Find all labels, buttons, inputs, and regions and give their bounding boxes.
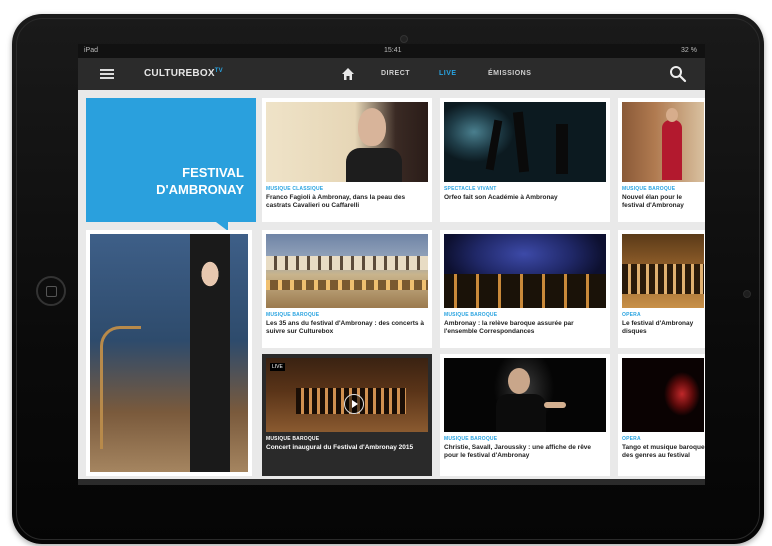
tile-image (444, 102, 606, 182)
tile-category: MUSIQUE BAROQUE (266, 312, 320, 318)
status-bar: iPad 15:41 32 % (78, 44, 705, 58)
tile-image (266, 234, 428, 308)
article-tile[interactable]: MUSIQUE BAROQUE Christie, Savall, Jarous… (440, 354, 610, 476)
app-logo[interactable]: CULTUREBOXTV (144, 68, 223, 79)
sensor-dot (743, 290, 751, 298)
feature-tile[interactable] (86, 230, 252, 476)
article-tile[interactable]: MUSIQUE CLASSIQUE Franco Fagioli à Ambro… (262, 98, 432, 222)
top-nav: CULTUREBOXTV DIRECT LIVE ÉMISSIONS (78, 58, 705, 90)
play-icon[interactable] (344, 394, 364, 414)
tile-category: OPERA (622, 436, 641, 442)
tile-title: Nouvel élan pour le festival d'Ambronay (622, 194, 684, 209)
video-tile[interactable]: LIVE MUSIQUE BAROQUE Concert inaugural d… (262, 354, 432, 476)
live-badge: LIVE (270, 363, 285, 371)
logo-text: CULTUREBOX (144, 68, 215, 79)
home-icon[interactable] (340, 66, 356, 82)
tile-category: MUSIQUE CLASSIQUE (266, 186, 324, 192)
tile-category: MUSIQUE BAROQUE (444, 312, 498, 318)
status-battery: 32 % (681, 47, 697, 54)
article-tile[interactable]: OPERA Le festival d'Ambronay disques (618, 230, 705, 348)
tile-title: Tango et musique baroque des genres au f… (622, 444, 705, 459)
tile-category: MUSIQUE BAROQUE (622, 186, 676, 192)
tile-category: MUSIQUE BAROQUE (444, 436, 498, 442)
tile-image (444, 358, 606, 432)
tile-image: LIVE (266, 358, 428, 432)
tile-category: MUSIQUE BAROQUE (266, 436, 320, 442)
app-screen: iPad 15:41 32 % CULTUREBOXTV DIRECT LIVE… (78, 44, 705, 485)
tile-title: Les 35 ans du festival d'Ambronay : des … (266, 320, 424, 335)
nav-emissions[interactable]: ÉMISSIONS (488, 70, 531, 77)
festival-line2: D'AMBRONAY (156, 182, 244, 197)
nav-live[interactable]: LIVE (439, 70, 457, 77)
article-tile[interactable]: MUSIQUE BAROQUE Nouvel élan pour le fest… (618, 98, 705, 222)
harp-shape (100, 326, 141, 449)
tile-image (266, 102, 428, 182)
bottom-bar (78, 479, 705, 485)
search-icon[interactable] (669, 65, 687, 83)
nav-direct[interactable]: DIRECT (381, 70, 410, 77)
menu-icon[interactable] (100, 69, 114, 79)
article-tile[interactable]: MUSIQUE BAROQUE Ambronay : la relève bar… (440, 230, 610, 348)
tile-title: Le festival d'Ambronay disques (622, 320, 694, 335)
status-time: 15:41 (384, 47, 402, 54)
tile-title: Franco Fagioli à Ambronay, dans la peau … (266, 194, 406, 209)
tile-category: SPECTACLE VIVANT (444, 186, 497, 192)
festival-title: FESTIVAL D'AMBRONAY (156, 164, 244, 198)
article-tile[interactable]: OPERA Tango et musique baroque des genre… (618, 354, 705, 476)
article-tile[interactable]: SPECTACLE VIVANT Orfeo fait son Académie… (440, 98, 610, 222)
tile-title: Christie, Savall, Jaroussky : une affich… (444, 444, 592, 459)
tile-image (622, 358, 704, 432)
tile-image (622, 102, 704, 182)
logo-tm: TV (214, 68, 223, 74)
camera (400, 35, 408, 43)
tile-title: Concert inaugural du Festival d'Ambronay… (266, 444, 414, 451)
tile-title: Orfeo fait son Académie à Ambronay (444, 194, 558, 201)
festival-line1: FESTIVAL (182, 165, 244, 180)
tile-title: Ambronay : la relève baroque assurée par… (444, 320, 574, 335)
article-tile[interactable]: MUSIQUE BAROQUE Les 35 ans du festival d… (262, 230, 432, 348)
status-device: iPad (84, 47, 99, 54)
tile-image (444, 234, 606, 308)
home-button[interactable] (36, 276, 66, 306)
tile-image (622, 234, 704, 308)
tile-category: OPERA (622, 312, 641, 318)
festival-banner[interactable]: FESTIVAL D'AMBRONAY (86, 98, 256, 222)
